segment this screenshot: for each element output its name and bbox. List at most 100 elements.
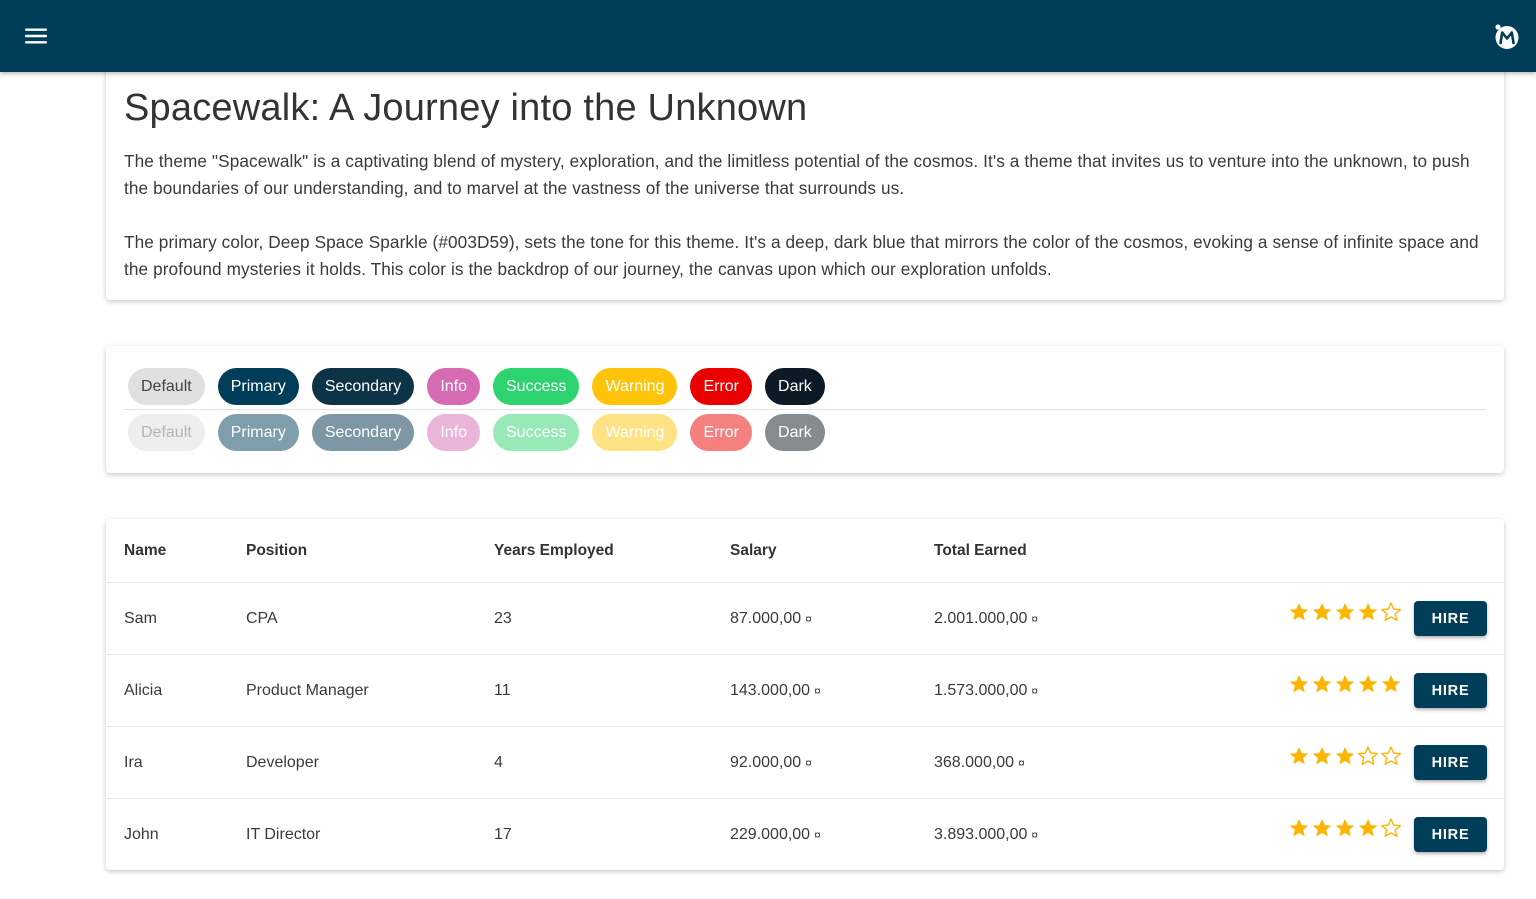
salary-value: 143.000,00 bbox=[730, 681, 811, 699]
currency-symbol: ¤ bbox=[1031, 683, 1039, 698]
page-title: Spacewalk: A Journey into the Unknown bbox=[124, 87, 808, 129]
intro-paragraph-2: The primary color, Deep Space Sparkle (#… bbox=[124, 232, 1479, 279]
salary-value: 92.000,00 bbox=[730, 753, 802, 771]
cell-years: 11 bbox=[494, 681, 511, 699]
header-years-employed[interactable]: Years Employed bbox=[494, 519, 614, 582]
chip-success-disabled: Success bbox=[493, 414, 580, 451]
cell-total-earned: 1.573.000,00 ¤ bbox=[934, 655, 1038, 726]
cell-position: Developer bbox=[246, 753, 319, 771]
cell-years: 17 bbox=[494, 825, 512, 843]
cell-salary: 87.000,00 ¤ bbox=[730, 583, 812, 654]
cell-position: CPA bbox=[246, 609, 278, 627]
chip-info[interactable]: Info bbox=[427, 368, 480, 405]
table-row: Ira Developer 4 92.000,00 ¤ 368.000,00 ¤ H… bbox=[106, 727, 1504, 799]
star-filled-icon[interactable] bbox=[1380, 673, 1402, 695]
header-position[interactable]: Position bbox=[246, 519, 307, 582]
star-outline-icon[interactable] bbox=[1357, 745, 1379, 767]
star-rating[interactable] bbox=[1288, 817, 1402, 839]
cell-name: Ira bbox=[124, 753, 143, 771]
star-filled-icon[interactable] bbox=[1311, 745, 1333, 767]
chip-warning[interactable]: Warning bbox=[592, 368, 678, 405]
currency-symbol: ¤ bbox=[1031, 611, 1039, 626]
salary-value: 229.000,00 bbox=[730, 825, 811, 843]
chip-default-disabled: Default bbox=[128, 414, 205, 451]
chip-primary-disabled: Primary bbox=[217, 414, 299, 451]
app-logo[interactable] bbox=[1490, 20, 1522, 52]
cell-name: Alicia bbox=[124, 681, 163, 699]
chip-secondary-disabled: Secondary bbox=[311, 414, 415, 451]
chip-dark-disabled: Dark bbox=[765, 414, 825, 451]
star-rating[interactable] bbox=[1288, 745, 1402, 767]
star-filled-icon[interactable] bbox=[1311, 673, 1333, 695]
star-outline-icon[interactable] bbox=[1380, 601, 1402, 623]
star-filled-icon[interactable] bbox=[1357, 601, 1379, 623]
chip-info-disabled: Info bbox=[427, 414, 480, 451]
cell-name: Sam bbox=[124, 609, 157, 627]
chip-success[interactable]: Success bbox=[493, 368, 580, 405]
menu-button[interactable] bbox=[20, 22, 52, 50]
star-filled-icon[interactable] bbox=[1288, 745, 1310, 767]
intro-paragraph-1: The theme "Spacewalk" is a captivating b… bbox=[124, 151, 1470, 198]
chips-card: Default Primary Secondary Info Success W… bbox=[106, 346, 1504, 473]
chip-warning-disabled: Warning bbox=[592, 414, 678, 451]
intro-card: Spacewalk: A Journey into the Unknown Th… bbox=[106, 60, 1504, 300]
hire-button[interactable]: HIRE bbox=[1414, 601, 1487, 636]
total-value: 1.573.000,00 bbox=[934, 681, 1028, 699]
total-value: 368.000,00 bbox=[934, 753, 1015, 771]
currency-symbol: ¤ bbox=[805, 755, 812, 770]
header-salary[interactable]: Salary bbox=[730, 519, 777, 582]
cell-position: Product Manager bbox=[246, 681, 369, 699]
star-rating[interactable] bbox=[1288, 673, 1402, 695]
cell-years: 23 bbox=[494, 609, 512, 627]
table-row: John IT Director 17 229.000,00 ¤ 3.893.00… bbox=[106, 799, 1504, 870]
cell-position: IT Director bbox=[246, 825, 321, 843]
hire-button[interactable]: HIRE bbox=[1414, 673, 1487, 708]
star-filled-icon[interactable] bbox=[1334, 745, 1356, 767]
star-filled-icon[interactable] bbox=[1334, 817, 1356, 839]
star-filled-icon[interactable] bbox=[1311, 601, 1333, 623]
chip-primary[interactable]: Primary bbox=[217, 368, 299, 405]
hire-button[interactable]: HIRE bbox=[1414, 817, 1487, 852]
cell-total-earned: 2.001.000,00 ¤ bbox=[934, 583, 1038, 654]
cell-salary: 92.000,00 ¤ bbox=[730, 727, 812, 798]
chip-divider bbox=[124, 409, 1486, 410]
cell-salary: 143.000,00 ¤ bbox=[730, 655, 821, 726]
chip-default[interactable]: Default bbox=[128, 368, 205, 405]
currency-symbol: ¤ bbox=[814, 683, 821, 698]
cell-total-earned: 3.893.000,00 ¤ bbox=[934, 799, 1038, 870]
star-filled-icon[interactable] bbox=[1311, 817, 1333, 839]
star-rating[interactable] bbox=[1288, 601, 1402, 623]
star-filled-icon[interactable] bbox=[1288, 673, 1310, 695]
star-filled-icon[interactable] bbox=[1357, 673, 1379, 695]
star-filled-icon[interactable] bbox=[1288, 601, 1310, 623]
star-outline-icon[interactable] bbox=[1380, 745, 1402, 767]
currency-symbol: ¤ bbox=[814, 827, 821, 842]
chip-row-disabled: Default Primary Secondary Info Success W… bbox=[128, 414, 825, 451]
cell-name: John bbox=[124, 825, 159, 843]
chip-error[interactable]: Error bbox=[690, 368, 753, 405]
currency-symbol: ¤ bbox=[1018, 755, 1025, 770]
star-filled-icon[interactable] bbox=[1288, 817, 1310, 839]
employee-table: Name Position Years Employed Salary Tota… bbox=[106, 519, 1504, 870]
header-total-earned[interactable]: Total Earned bbox=[934, 519, 1027, 582]
currency-symbol: ¤ bbox=[805, 611, 812, 626]
table-row: Alicia Product Manager 11 143.000,00 ¤ 1.… bbox=[106, 655, 1504, 727]
chip-secondary[interactable]: Secondary bbox=[311, 368, 415, 405]
cell-years: 4 bbox=[494, 753, 503, 771]
table-row: Sam CPA 23 87.000,00 ¤ 2.001.000,00 ¤ HIRE bbox=[106, 583, 1504, 655]
hire-button[interactable]: HIRE bbox=[1414, 745, 1487, 780]
chip-dark[interactable]: Dark bbox=[765, 368, 825, 405]
total-value: 2.001.000,00 bbox=[934, 609, 1028, 627]
star-outline-icon[interactable] bbox=[1380, 817, 1402, 839]
hamburger-menu-icon bbox=[25, 28, 47, 44]
currency-symbol: ¤ bbox=[1031, 827, 1039, 842]
app-bar bbox=[0, 0, 1536, 72]
app-logo-icon bbox=[1495, 24, 1519, 49]
star-filled-icon[interactable] bbox=[1334, 601, 1356, 623]
table-header-row: Name Position Years Employed Salary Tota… bbox=[106, 519, 1504, 583]
star-filled-icon[interactable] bbox=[1334, 673, 1356, 695]
cell-salary: 229.000,00 ¤ bbox=[730, 799, 821, 870]
header-name[interactable]: Name bbox=[124, 519, 166, 582]
star-filled-icon[interactable] bbox=[1357, 817, 1379, 839]
salary-value: 87.000,00 bbox=[730, 609, 802, 627]
